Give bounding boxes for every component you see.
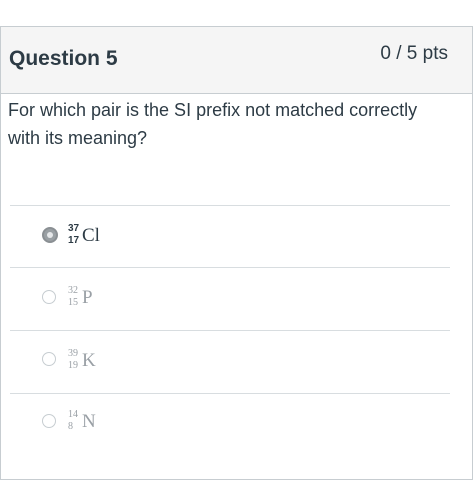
- radio-button[interactable]: [42, 414, 56, 428]
- radio-button[interactable]: [42, 352, 56, 366]
- atomic-number: 19: [68, 360, 78, 371]
- element-symbol: P: [82, 287, 93, 308]
- mass-number: 39: [68, 348, 78, 359]
- answer-option-4[interactable]: 14 8 N: [0, 394, 460, 454]
- radio-button[interactable]: [42, 290, 56, 304]
- atomic-number: 8: [68, 421, 73, 432]
- element-symbol: N: [82, 411, 96, 432]
- element-symbol: K: [82, 350, 96, 371]
- answer-option-1[interactable]: 37 17 Cl: [0, 206, 460, 266]
- answer-option-2[interactable]: 32 15 P: [0, 268, 460, 328]
- question-text: For which pair is the SI prefix not matc…: [8, 100, 418, 148]
- answer-option-3[interactable]: 39 19 K: [0, 331, 460, 391]
- question-header: Question 5 0 / 5 pts: [1, 27, 472, 94]
- mass-number: 14: [68, 409, 78, 420]
- mass-number: 37: [68, 223, 80, 234]
- question-title: Question 5: [9, 47, 118, 70]
- mass-number: 32: [68, 285, 78, 296]
- element-symbol: Cl: [82, 225, 100, 246]
- atomic-number: 17: [68, 235, 80, 246]
- radio-button[interactable]: [42, 227, 58, 243]
- atomic-number: 15: [68, 297, 78, 308]
- points-display: 0 / 5 pts: [380, 43, 448, 64]
